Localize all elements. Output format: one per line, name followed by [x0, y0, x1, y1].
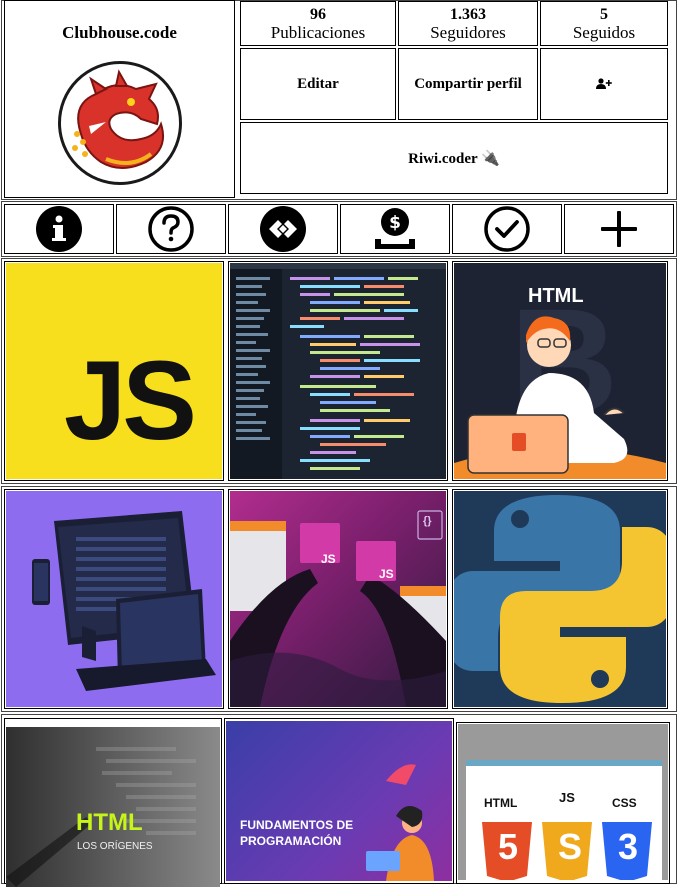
web-stack-card: HTML JS CSS 5 S 3	[466, 760, 662, 880]
post-1[interactable]: JS	[4, 261, 224, 481]
stat-posts[interactable]: 96 Publicaciones	[240, 1, 396, 46]
braces-text: {}	[423, 515, 432, 527]
js-badge-2-text: JS	[379, 567, 394, 581]
post-8[interactable]: FUNDAMENTOS DE PROGRAMACIÓN	[224, 718, 454, 884]
fundamentos-line-1: FUNDAMENTOS DE	[240, 818, 354, 832]
post-html-origins-image: HTML LOS ORÍGENES	[6, 727, 220, 887]
highlight-info[interactable]	[4, 204, 114, 254]
stat-posts-label: Publicaciones	[270, 22, 366, 42]
stat-followers-value: 1.363	[450, 5, 486, 23]
bio-text: Riwi.coder 🔌	[240, 122, 668, 194]
svg-text:$: $	[389, 213, 401, 233]
post-js-image: JS	[6, 263, 222, 479]
stat-following-label: Seguidos	[572, 22, 636, 42]
stat-followers[interactable]: 1.363 Seguidores	[398, 1, 538, 46]
money-hand-icon: $	[375, 208, 415, 249]
stack-html-label: HTML	[484, 796, 518, 810]
html-origins-illustration	[6, 747, 196, 887]
post-3[interactable]: B HTML	[452, 261, 668, 481]
stack-js-number: S	[558, 826, 583, 867]
post-python-image	[454, 491, 666, 707]
stat-following[interactable]: 5 Seguidos	[540, 1, 668, 46]
fundamentos-illustration	[366, 764, 434, 881]
stack-html-number: 5	[498, 826, 519, 867]
post-code-image	[230, 263, 446, 479]
add-user-button[interactable]	[540, 48, 668, 120]
post-2[interactable]	[228, 261, 448, 481]
stack-css-label: CSS	[612, 796, 637, 810]
post-html-image: B HTML	[454, 263, 666, 479]
post-web-stack-image: HTML JS CSS 5 S 3	[458, 724, 668, 880]
html-origins-subtitle: LOS ORÍGENES	[77, 841, 153, 852]
plus-icon	[601, 211, 637, 247]
stat-following-value: 5	[600, 5, 608, 23]
post-5[interactable]: JS JS {}	[228, 489, 448, 709]
highlight-add[interactable]	[564, 204, 674, 254]
post-devices-image	[6, 491, 222, 707]
highlight-link[interactable]	[228, 204, 338, 254]
html-origins-title: HTML	[76, 809, 143, 836]
stack-js-label: JS	[559, 790, 575, 805]
profile-username: Clubhouse.code	[62, 23, 177, 42]
post-js-hands-image: JS JS {}	[230, 491, 446, 707]
html-title-text: HTML	[528, 285, 584, 307]
post-6[interactable]	[452, 489, 668, 709]
question-icon	[148, 206, 194, 252]
share-profile-button[interactable]: Compartir perfil	[398, 48, 538, 120]
stat-followers-label: Seguidores	[430, 22, 506, 42]
js-logo-text: JS	[64, 338, 197, 463]
highlight-money[interactable]: $	[340, 204, 450, 254]
post-9[interactable]: HTML JS CSS 5 S 3	[456, 722, 670, 884]
devices-mockup-illustration	[32, 511, 216, 691]
link-logo-icon	[260, 206, 306, 252]
info-icon	[36, 206, 82, 252]
js-hands-illustration	[230, 510, 446, 707]
stat-posts-value: 96	[310, 5, 326, 23]
profile-panel: Clubhouse.code	[4, 0, 235, 198]
highlight-help[interactable]	[116, 204, 226, 254]
post-4[interactable]	[4, 489, 224, 709]
js-badge-1-text: JS	[321, 552, 336, 566]
edit-profile-button[interactable]: Editar	[240, 48, 396, 120]
fundamentos-line-2: PROGRAMACIÓN	[240, 834, 342, 848]
python-logo-illustration	[454, 495, 666, 703]
stack-css-number: 3	[618, 826, 639, 867]
add-user-icon	[596, 78, 612, 89]
check-icon	[484, 206, 530, 252]
profile-avatar[interactable]	[57, 61, 182, 185]
post-7[interactable]: HTML LOS ORÍGENES	[4, 718, 222, 887]
code-editor-illustration	[230, 263, 446, 479]
red-dragon-logo	[71, 69, 164, 169]
highlight-check[interactable]	[452, 204, 562, 254]
post-fundamentos-image: FUNDAMENTOS DE PROGRAMACIÓN	[226, 721, 452, 881]
